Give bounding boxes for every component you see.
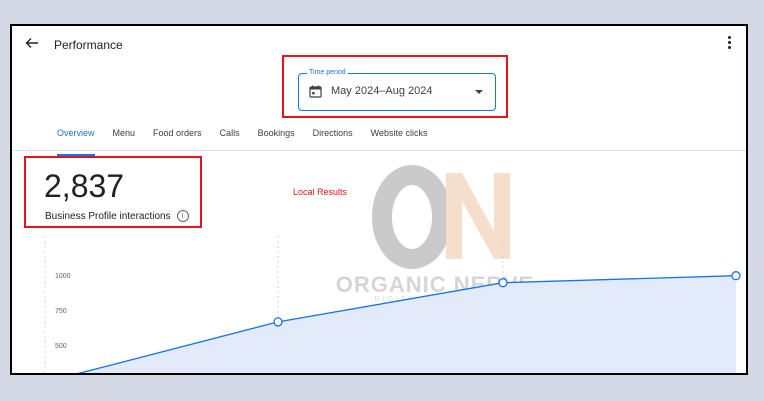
tab-menu[interactable]: Menu bbox=[113, 124, 136, 150]
y-tick-750: 750 bbox=[55, 308, 67, 315]
interactions-chart: 1000 750 500 250 bbox=[44, 236, 741, 373]
tab-bookings[interactable]: Bookings bbox=[258, 124, 295, 150]
tab-bar: Overview Menu Food orders Calls Bookings… bbox=[48, 124, 436, 156]
tab-overview[interactable]: Overview bbox=[57, 124, 95, 156]
tab-food-orders[interactable]: Food orders bbox=[153, 124, 202, 150]
time-period-value: May 2024–Aug 2024 bbox=[331, 85, 433, 97]
tabs-divider bbox=[12, 150, 746, 151]
interactions-count: 2,837 bbox=[44, 168, 125, 204]
y-tick-500: 500 bbox=[55, 343, 67, 350]
tab-calls[interactable]: Calls bbox=[220, 124, 240, 150]
data-point-4[interactable] bbox=[731, 271, 741, 281]
more-options-icon[interactable] bbox=[728, 36, 732, 50]
back-arrow-icon[interactable] bbox=[24, 35, 40, 51]
tab-website-clicks[interactable]: Website clicks bbox=[371, 124, 428, 150]
area-fill bbox=[80, 275, 736, 373]
info-icon[interactable]: i bbox=[176, 210, 189, 222]
local-results-annotation: Local Results bbox=[293, 187, 348, 197]
dropdown-arrow-icon bbox=[475, 90, 483, 94]
data-point-3[interactable] bbox=[498, 278, 508, 288]
y-tick-1000: 1000 bbox=[55, 273, 71, 280]
tab-directions[interactable]: Directions bbox=[313, 124, 353, 150]
time-period-legend: Time period bbox=[307, 68, 348, 78]
data-point-2[interactable] bbox=[273, 317, 283, 327]
time-period-select[interactable]: Time period May 2024–Aug 2024 bbox=[298, 68, 496, 111]
page-title: Performance bbox=[54, 38, 123, 52]
interactions-label-text: Business Profile interactions bbox=[45, 210, 171, 222]
interactions-label: Business Profile interactions i bbox=[45, 210, 189, 222]
app-window: Performance Time period May 2024–Aug 202… bbox=[10, 24, 748, 375]
calendar-icon bbox=[309, 85, 322, 98]
